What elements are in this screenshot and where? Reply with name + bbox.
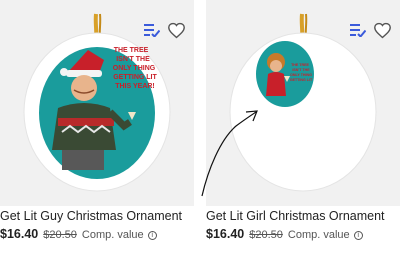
info-icon[interactable]: i — [353, 231, 363, 240]
ornament-text-line-2: ISN'T THE — [116, 56, 150, 63]
ornament-text-line-1: THE TREE — [114, 47, 149, 54]
ornament-text-line-1: THE TREE — [291, 63, 309, 67]
comp-value-label: Comp. value i — [288, 229, 363, 241]
checklist-icon[interactable] — [348, 20, 368, 40]
original-price: $20.50 — [43, 229, 77, 241]
product-card-get-lit-girl[interactable]: THE TREE ISN'T THE ONLY THING GETTING LI… — [206, 0, 400, 241]
ornament-text-line-5: THIS YEAR! — [115, 83, 155, 90]
comp-value-label: Comp. value i — [82, 229, 157, 241]
product-card-get-lit-guy[interactable]: THE TREE ISN'T THE ONLY THING GETTING LI… — [0, 0, 194, 241]
ornament-text-line-2: ISN'T THE — [292, 68, 310, 72]
info-icon[interactable]: i — [147, 231, 157, 240]
price-row: $16.40 $20.50 Comp. value i — [206, 227, 400, 241]
product-title[interactable]: Get Lit Girl Christmas Ornament — [206, 209, 400, 224]
product-image-get-lit-girl[interactable]: THE TREE ISN'T THE ONLY THING GETTING LI… — [206, 0, 400, 206]
ornament-text-line-4: GETTING LIT — [113, 74, 157, 81]
ornament-text-line-3: ONLY THING — [290, 73, 312, 77]
heart-icon[interactable] — [166, 20, 186, 40]
ornament-text-line-3: ONLY THING — [113, 65, 156, 72]
product-image-get-lit-guy[interactable]: THE TREE ISN'T THE ONLY THING GETTING LI… — [0, 0, 194, 206]
ornament-text-line-4: GETTING LIT — [290, 78, 313, 82]
sale-price: $16.40 — [206, 227, 245, 241]
price-row: $16.40 $20.50 Comp. value i — [0, 227, 194, 241]
comp-value-text: Comp. value — [81, 229, 144, 241]
heart-icon[interactable] — [372, 20, 392, 40]
checklist-icon[interactable] — [142, 20, 162, 40]
comp-value-text: Comp. value — [287, 229, 350, 241]
original-price: $20.50 — [249, 229, 283, 241]
product-title[interactable]: Get Lit Guy Christmas Ornament — [0, 209, 194, 224]
sale-price: $16.40 — [0, 227, 39, 241]
